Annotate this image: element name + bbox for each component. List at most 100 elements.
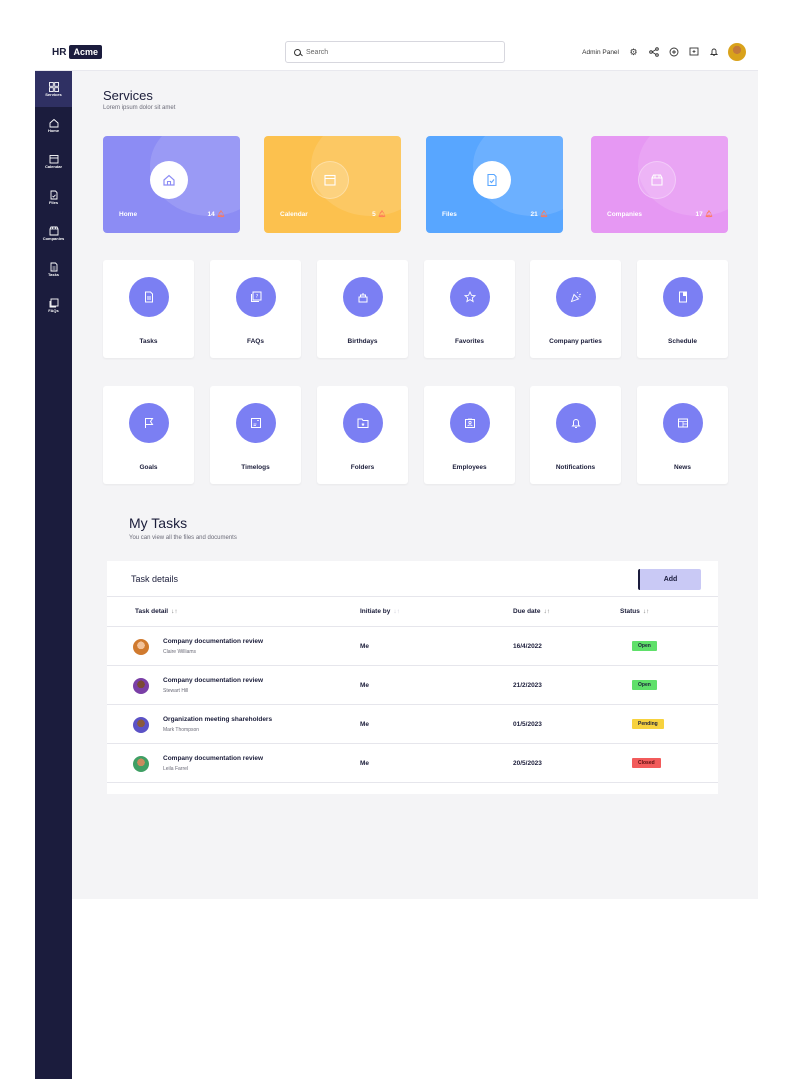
user-avatar[interactable] bbox=[728, 43, 746, 61]
tile-label: Employees bbox=[452, 464, 487, 471]
tile-faqs[interactable]: ? FAQs bbox=[210, 260, 301, 358]
timelog-icon bbox=[235, 403, 276, 443]
top-bar: HR Acme Search Admin Panel ⚙ bbox=[35, 35, 758, 71]
sidebar-item-label: Tasks bbox=[47, 271, 60, 277]
task-initiated-by: Me bbox=[360, 721, 370, 728]
sidebar-item-label: FAQs bbox=[48, 307, 59, 313]
tile-label: Favorites bbox=[455, 338, 484, 345]
tile-label: Schedule bbox=[668, 338, 697, 345]
card-home[interactable]: Home 14 🔔︎ bbox=[103, 136, 240, 233]
sidebar: Services Home Calendar Files Companies T… bbox=[35, 71, 72, 1079]
task-icon bbox=[128, 277, 169, 317]
table-row[interactable]: Company documentation review Stewart Hil… bbox=[107, 666, 718, 705]
tile-notifications[interactable]: Notifications bbox=[530, 386, 621, 484]
tile-company-parties[interactable]: Company parties bbox=[530, 260, 621, 358]
page-subtitle: Lorem ipsum dolor sit amet bbox=[103, 105, 176, 111]
file-icon bbox=[473, 161, 511, 199]
bell-icon: 🔔︎ bbox=[377, 211, 386, 218]
badge-icon bbox=[449, 403, 490, 443]
task-due-date: 01/5/2023 bbox=[513, 721, 542, 728]
my-tasks-header: My Tasks You can view all the files and … bbox=[129, 515, 237, 541]
avatar bbox=[133, 639, 149, 655]
sidebar-item-label: Services bbox=[45, 91, 62, 97]
faq-icon: ? bbox=[235, 277, 276, 317]
schedule-icon bbox=[662, 277, 703, 317]
column-header-task-detail[interactable]: Task detail ↓↑ bbox=[135, 608, 178, 615]
tile-tasks[interactable]: Tasks bbox=[103, 260, 194, 358]
card-companies[interactable]: Companies 17 🔔︎ bbox=[591, 136, 728, 233]
share-icon[interactable] bbox=[648, 47, 659, 58]
sort-icon: ↓↑ bbox=[543, 608, 550, 615]
sidebar-item-tasks[interactable]: Tasks bbox=[35, 251, 72, 287]
panel-header: Task details Add bbox=[107, 561, 718, 597]
tile-employees[interactable]: Employees bbox=[424, 386, 515, 484]
avatar bbox=[133, 717, 149, 733]
sidebar-item-services[interactable]: Services bbox=[35, 71, 72, 107]
task-initiated-by: Me bbox=[360, 760, 370, 767]
tile-favorites[interactable]: Favorites bbox=[424, 260, 515, 358]
search-placeholder: Search bbox=[306, 48, 329, 56]
sidebar-item-label: Companies bbox=[42, 235, 65, 241]
column-header-due-date[interactable]: Due date ↓↑ bbox=[513, 608, 550, 615]
tile-folders[interactable]: Folders bbox=[317, 386, 408, 484]
task-icon bbox=[50, 262, 57, 271]
file-icon bbox=[50, 190, 57, 199]
task-table-panel: Task details Add Task detail ↓↑ Initiate … bbox=[107, 561, 718, 794]
search-icon bbox=[294, 48, 301, 56]
tile-label: Timelogs bbox=[241, 464, 270, 471]
tile-news[interactable]: News bbox=[637, 386, 728, 484]
task-name: Company documentation review bbox=[163, 677, 264, 684]
brand-logo[interactable]: HR Acme bbox=[52, 45, 102, 59]
table-row[interactable]: Company documentation review Leila Farre… bbox=[107, 744, 718, 783]
column-header-status[interactable]: Status ↓↑ bbox=[620, 608, 649, 615]
tile-label: Tasks bbox=[139, 338, 158, 345]
card-count: 21 🔔︎ bbox=[530, 211, 549, 218]
add-task-button[interactable]: Add bbox=[638, 569, 701, 590]
card-calendar[interactable]: Calendar 5 🔔︎ bbox=[264, 136, 401, 233]
task-initiated-by: Me bbox=[360, 682, 370, 689]
tile-birthdays[interactable]: Birthdays bbox=[317, 260, 408, 358]
bell-icon bbox=[555, 403, 596, 443]
table-header: Task detail ↓↑ Initiate by ↓↑ Due date ↓↑ S… bbox=[107, 597, 718, 627]
top-right-toolbar: Admin Panel ⚙ bbox=[582, 43, 746, 61]
party-icon bbox=[555, 277, 596, 317]
tile-label: News bbox=[674, 464, 691, 471]
tile-label: Birthdays bbox=[347, 338, 378, 345]
tile-label: Notifications bbox=[555, 464, 596, 471]
sidebar-item-companies[interactable]: Companies bbox=[35, 215, 72, 251]
table-row[interactable]: Organization meeting shareholders Mark T… bbox=[107, 705, 718, 744]
settings-icon[interactable]: ⚙ bbox=[628, 47, 639, 58]
column-header-initiate-by[interactable]: Initiate by ↓↑ bbox=[360, 608, 400, 615]
sidebar-item-calendar[interactable]: Calendar bbox=[35, 143, 72, 179]
sidebar-item-faqs[interactable]: FAQs bbox=[35, 287, 72, 323]
task-person: Stewart Hill bbox=[163, 688, 189, 694]
section-title: My Tasks bbox=[129, 515, 188, 531]
tile-schedule[interactable]: Schedule bbox=[637, 260, 728, 358]
search-input[interactable]: Search bbox=[285, 41, 505, 63]
admin-panel-link[interactable]: Admin Panel bbox=[582, 49, 619, 56]
tile-timelogs[interactable]: Timelogs bbox=[210, 386, 301, 484]
flag-icon bbox=[128, 403, 169, 443]
card-files[interactable]: Files 21 🔔︎ bbox=[426, 136, 563, 233]
store-icon bbox=[49, 226, 58, 235]
message-icon[interactable] bbox=[688, 47, 699, 58]
tile-goals[interactable]: Goals bbox=[103, 386, 194, 484]
sort-icon: ↓↑ bbox=[393, 608, 400, 615]
task-due-date: 20/5/2023 bbox=[513, 760, 542, 767]
cake-icon bbox=[342, 277, 383, 317]
tile-label: Company parties bbox=[549, 338, 602, 345]
task-name: Organization meeting shareholders bbox=[163, 716, 273, 723]
sidebar-item-label: Files bbox=[48, 199, 59, 205]
card-count: 17 🔔︎ bbox=[695, 211, 714, 218]
task-due-date: 16/4/2022 bbox=[513, 643, 542, 650]
bell-icon: 🔔︎ bbox=[539, 211, 548, 218]
table-row[interactable]: Company documentation review Claire Will… bbox=[107, 627, 718, 666]
add-icon[interactable] bbox=[668, 47, 679, 58]
sidebar-item-files[interactable]: Files bbox=[35, 179, 72, 215]
bell-icon[interactable] bbox=[708, 47, 719, 58]
calendar-icon bbox=[49, 154, 58, 163]
card-label: Companies bbox=[607, 211, 643, 218]
sidebar-item-label: Home bbox=[47, 127, 60, 133]
sidebar-item-home[interactable]: Home bbox=[35, 107, 72, 143]
brand-badge: Acme bbox=[69, 45, 102, 59]
